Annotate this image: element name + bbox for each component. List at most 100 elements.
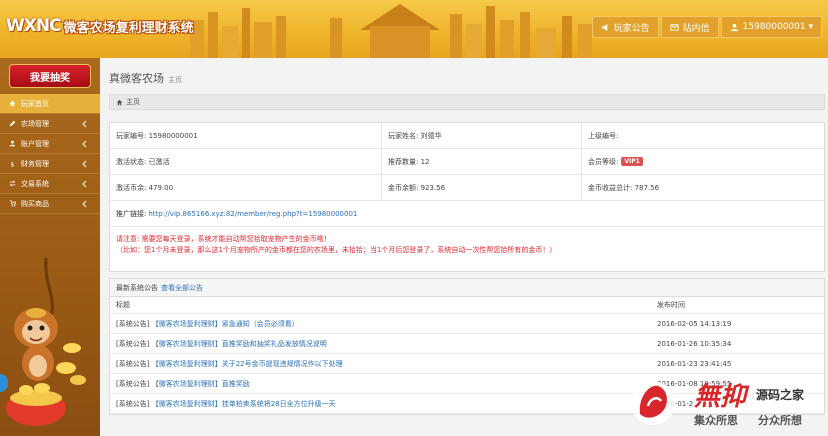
page-title: 真微客农场 主页	[109, 70, 182, 86]
svg-text:$: $	[10, 161, 14, 167]
sidebar-item-label: 玩家首页	[21, 99, 49, 108]
lottery-button[interactable]: 我要抽奖	[9, 64, 91, 88]
announcement-link[interactable]: 挂单拍卖系统将28日全方位升级一天	[222, 400, 336, 408]
sidebar: 我要抽奖 玩家首页 农场管理 账户管理 $ 财务管理 交易系统 购买商品	[0, 58, 100, 436]
referral-count: 推荐数量: 12	[382, 149, 582, 175]
sidebar-item-trading[interactable]: 交易系统	[0, 174, 100, 194]
watermark-main: 無抑	[694, 382, 747, 412]
gold-balance: 金币余额: 923.56	[382, 175, 582, 201]
announcement-prefix: [系统公告]	[116, 319, 150, 328]
member-level-label: 会员等级:	[588, 157, 619, 166]
announcement-link[interactable]: 直推奖励	[222, 380, 250, 388]
sidebar-item-home[interactable]: 玩家首页	[0, 94, 100, 114]
app-header: WXNC 微客农场复利理财系统 玩家公告 站内信 15980000001 ▾	[0, 0, 828, 58]
table-row[interactable]: [系统公告] 【微客农场复利理财】直推奖励和抽奖礼品发放情况说明 2016-01…	[110, 334, 824, 354]
promo-link-row: 推广链接: http://vip.865166.xyz:82/member/re…	[110, 201, 824, 227]
activation-status: 激活状态: 已激活	[110, 149, 382, 175]
activation-coins: 激活币余: 479.00	[110, 175, 382, 201]
announcement-tag[interactable]: 【微客农场复利理财】	[152, 360, 222, 368]
user-icon	[730, 23, 738, 31]
sidebar-item-label: 账户管理	[21, 139, 49, 148]
announcements-heading: 最新系统公告	[116, 283, 158, 292]
watermark-seal-icon	[631, 381, 675, 425]
announcement-link[interactable]: 直推奖励和抽奖礼品发放情况说明	[222, 340, 327, 348]
announcement-time: 2016-02-05 14:13:19	[657, 319, 732, 328]
column-header-title: 标题	[116, 301, 130, 309]
city-skyline-banner	[190, 4, 592, 58]
table-row[interactable]: [系统公告] 【微客农场复利理财】关于22号金币提现违规情况作以下处理 2016…	[110, 354, 824, 374]
gold-income-total: 金币收益总计: 787.56	[582, 175, 826, 201]
sidebar-item-label: 交易系统	[21, 179, 49, 188]
page-subtitle: 主页	[168, 76, 182, 84]
sidebar-item-label: 购买商品	[21, 199, 49, 208]
user-menu-button[interactable]: 15980000001 ▾	[720, 16, 822, 38]
chevron-left-icon	[82, 140, 87, 148]
breadcrumb-home[interactable]: 主页	[126, 97, 140, 107]
watermark-sub1: 集众所思	[694, 414, 738, 427]
announcement-link[interactable]: 关于22号金币提现违规情况作以下处理	[222, 360, 343, 368]
upline-id: 上级编号:	[582, 123, 826, 149]
table-row[interactable]: [系统公告] 【微客农场复利理财】紧急通知（会员必须看） 2016-02-05 …	[110, 314, 824, 334]
megaphone-icon	[601, 23, 607, 31]
sidebar-item-shop[interactable]: 购买商品	[0, 194, 100, 214]
cart-icon	[9, 200, 16, 207]
sidebar-item-farm[interactable]: 农场管理	[0, 114, 100, 134]
top-nav: 玩家公告 站内信 15980000001 ▾	[590, 16, 822, 38]
announcement-title: [系统公告] 【微客农场复利理财】关于22号金币提现违规情况作以下处理	[110, 359, 651, 369]
announcement-tag[interactable]: 【微客农场复利理财】	[152, 340, 222, 348]
chevron-left-icon	[82, 120, 87, 128]
announcement-link[interactable]: 紧急通知（会员必须看）	[222, 320, 299, 328]
view-all-announcements-link[interactable]: 查看全部公告	[161, 283, 203, 293]
watermark-sub2: 分众所想	[758, 414, 802, 427]
exchange-icon	[9, 180, 16, 187]
home-icon	[9, 100, 16, 107]
monkey-mascot-illustration	[6, 258, 86, 426]
player-info-panel: 玩家编号: 15980000001 玩家姓名: 刘德华 上级编号: 激活状态: …	[109, 122, 826, 272]
announcement-prefix: [系统公告]	[116, 399, 150, 408]
member-level: 会员等级: VIP1	[582, 149, 826, 175]
sidebar-item-finance[interactable]: $ 财务管理	[0, 154, 100, 174]
envelope-icon	[670, 23, 679, 31]
announcement-time: 2016-01-23 23:41:45	[657, 359, 732, 368]
announcement-title: [系统公告] 【微客农场复利理财】紧急通知（会员必须看）	[110, 319, 651, 329]
announcements-button[interactable]: 玩家公告	[591, 16, 659, 38]
announcements-label: 玩家公告	[613, 23, 650, 34]
announcements-header: 最新系统公告 查看全部公告	[110, 279, 824, 297]
announcement-time: 2016-01-26 10:35:34	[657, 339, 732, 348]
announcement-prefix: [系统公告]	[116, 359, 150, 368]
announcement-title: [系统公告] 【微客农场复利理财】直推奖励	[110, 379, 651, 389]
announcement-tag[interactable]: 【微客农场复利理财】	[152, 320, 222, 328]
breadcrumb: 主页	[109, 94, 825, 110]
sidebar-item-label: 财务管理	[21, 159, 49, 168]
home-icon	[116, 99, 123, 105]
messages-button[interactable]: 站内信	[660, 16, 719, 38]
column-header-time: 发布时间	[657, 301, 685, 309]
chevron-left-icon	[82, 200, 87, 208]
chevron-left-icon	[82, 160, 87, 168]
announcement-tag[interactable]: 【微客农场复利理财】	[152, 380, 222, 388]
player-name: 玩家姓名: 刘德华	[382, 123, 582, 149]
login-notice: 请注意: 需要您每天登录，系统才能自动帮您拾取宠物产生的金币哦！ （比如：您1个…	[110, 227, 824, 271]
watermark-side: 源码之家	[756, 388, 805, 402]
watermark: 無抑 源码之家 集众所思 分众所想	[628, 372, 828, 436]
logo-mark: WXNC	[6, 16, 62, 36]
player-id: 玩家编号: 15980000001	[110, 123, 382, 149]
promo-link[interactable]: http://vip.865166.xyz:82/member/reg.php?…	[148, 210, 357, 218]
app-title: 微客农场复利理财系统	[63, 20, 194, 36]
sidebar-menu: 玩家首页 农场管理 账户管理 $ 财务管理 交易系统 购买商品	[0, 94, 100, 214]
sidebar-item-account[interactable]: 账户管理	[0, 134, 100, 154]
page-title-text: 真微客农场	[109, 72, 164, 85]
chevron-left-icon	[82, 180, 87, 188]
edit-icon	[9, 120, 16, 127]
notice-line: 请注意: 需要您每天登录，系统才能自动帮您拾取宠物产生的金币哦！	[116, 235, 331, 243]
messages-label: 站内信	[682, 23, 710, 34]
announcement-prefix: [系统公告]	[116, 379, 150, 388]
announcement-prefix: [系统公告]	[116, 339, 150, 348]
announcements-column-headers: 标题 发布时间	[110, 297, 824, 314]
announcement-title: [系统公告] 【微客农场复利理财】挂单拍卖系统将28日全方位升级一天	[110, 399, 651, 409]
user-menu-label: 15980000001 ▾	[742, 22, 813, 32]
announcement-tag[interactable]: 【微客农场复利理财】	[152, 400, 222, 408]
promo-label: 推广链接:	[116, 209, 147, 218]
user-icon	[9, 140, 16, 147]
brand-logo[interactable]: WXNC 微客农场复利理财系统	[6, 16, 194, 36]
